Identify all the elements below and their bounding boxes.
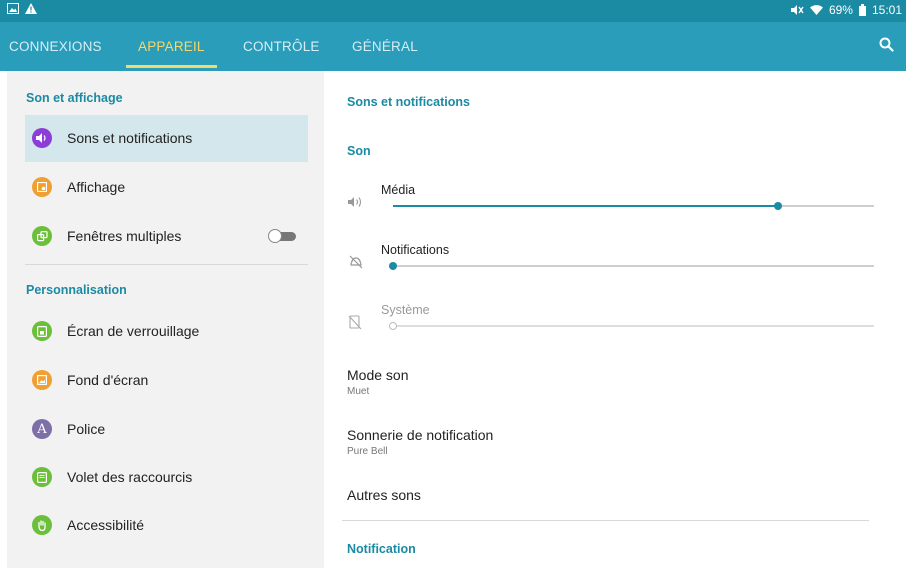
tab-controle[interactable]: CONTRÔLE <box>243 22 320 71</box>
font-icon: A <box>32 419 52 439</box>
toggle-knob <box>268 229 282 243</box>
section-header-notification: Notification <box>347 542 416 556</box>
sidebar-item-label: Volet des raccourcis <box>67 469 193 485</box>
clock: 15:01 <box>871 3 902 17</box>
speaker-icon <box>32 128 52 148</box>
volume-label: Notifications <box>381 243 450 257</box>
sidebar-item-accessibilite[interactable]: Accessibilité <box>25 502 308 549</box>
system-sound-icon <box>348 315 362 335</box>
volume-row-media: Média <box>347 183 877 223</box>
sidebar-item-fenetres-multiples[interactable]: Fenêtres multiples <box>25 213 308 260</box>
slider-thumb[interactable] <box>389 262 397 270</box>
notifications-muted-icon <box>348 255 364 274</box>
wallpaper-icon <box>32 370 52 390</box>
sidebar-item-police[interactable]: A Police <box>25 406 308 453</box>
slider-rail <box>393 265 874 267</box>
sidebar-item-label: Sons et notifications <box>67 130 193 146</box>
gallery-notification-icon <box>7 3 19 14</box>
mute-icon <box>790 4 804 16</box>
warning-icon <box>25 3 37 14</box>
volume-label: Système <box>381 303 430 317</box>
setting-value: Muet <box>347 386 370 397</box>
divider <box>25 264 308 265</box>
sidebar-item-label: Police <box>67 421 106 437</box>
section-header-personnalisation: Personnalisation <box>26 283 127 297</box>
tab-connexions[interactable]: CONNEXIONS <box>9 22 102 71</box>
tab-general[interactable]: GÉNÉRAL <box>352 22 418 71</box>
settings-sidebar: Son et affichage Sons et notifications A… <box>7 71 324 568</box>
system-volume-slider[interactable] <box>389 322 874 330</box>
sonnerie-notification-setting[interactable]: Sonnerie de notification Pure Bell <box>347 427 867 457</box>
media-volume-slider[interactable] <box>393 202 874 210</box>
mode-son-setting[interactable]: Mode son Muet <box>347 367 867 397</box>
sidebar-item-label: Fond d'écran <box>67 372 149 388</box>
notifications-volume-slider[interactable] <box>389 262 874 270</box>
status-bar: 69% 15:01 <box>0 0 906 22</box>
setting-value: Pure Bell <box>347 446 388 457</box>
volume-row-notifications: Notifications <box>347 243 877 283</box>
display-icon <box>32 177 52 197</box>
setting-title: Sonnerie de notification <box>347 427 494 443</box>
page-title: Sons et notifications <box>347 95 470 109</box>
shortcuts-icon <box>32 467 52 487</box>
slider-thumb[interactable] <box>389 322 397 330</box>
hand-icon <box>32 515 52 535</box>
battery-percent: 69% <box>828 3 853 17</box>
slider-rail <box>393 325 874 327</box>
sidebar-item-volet-raccourcis[interactable]: Volet des raccourcis <box>25 454 308 501</box>
sidebar-item-label: Écran de verrouillage <box>67 323 200 339</box>
divider <box>342 520 869 521</box>
speaker-volume-icon <box>348 195 364 213</box>
setting-title: Autres sons <box>347 487 421 503</box>
wifi-icon <box>809 4 823 16</box>
sidebar-item-label: Fenêtres multiples <box>67 228 182 244</box>
sidebar-item-fond-ecran[interactable]: Fond d'écran <box>25 357 308 404</box>
sidebar-item-sons-notifications[interactable]: Sons et notifications <box>25 115 308 162</box>
sidebar-item-label: Accessibilité <box>67 517 145 533</box>
slider-fill <box>393 205 778 207</box>
settings-tab-bar: CONNEXIONS APPAREIL CONTRÔLE GÉNÉRAL <box>0 22 906 71</box>
multi-window-toggle[interactable] <box>268 229 298 243</box>
sidebar-item-ecran-verrouillage[interactable]: Écran de verrouillage <box>25 308 308 355</box>
search-icon[interactable] <box>879 37 894 57</box>
lock-screen-icon <box>32 321 52 341</box>
sidebar-item-affichage[interactable]: Affichage <box>25 164 308 211</box>
tab-appareil[interactable]: APPAREIL <box>126 22 217 71</box>
section-header-son: Son <box>347 144 371 158</box>
battery-icon <box>858 4 866 16</box>
sidebar-item-label: Affichage <box>67 179 126 195</box>
autres-sons-setting[interactable]: Autres sons <box>347 487 867 503</box>
slider-thumb[interactable] <box>773 202 782 210</box>
setting-title: Mode son <box>347 367 409 383</box>
section-header-son-affichage: Son et affichage <box>26 91 123 105</box>
multi-window-icon <box>32 226 52 246</box>
volume-row-systeme: Système <box>347 303 877 343</box>
volume-label: Média <box>381 183 416 197</box>
